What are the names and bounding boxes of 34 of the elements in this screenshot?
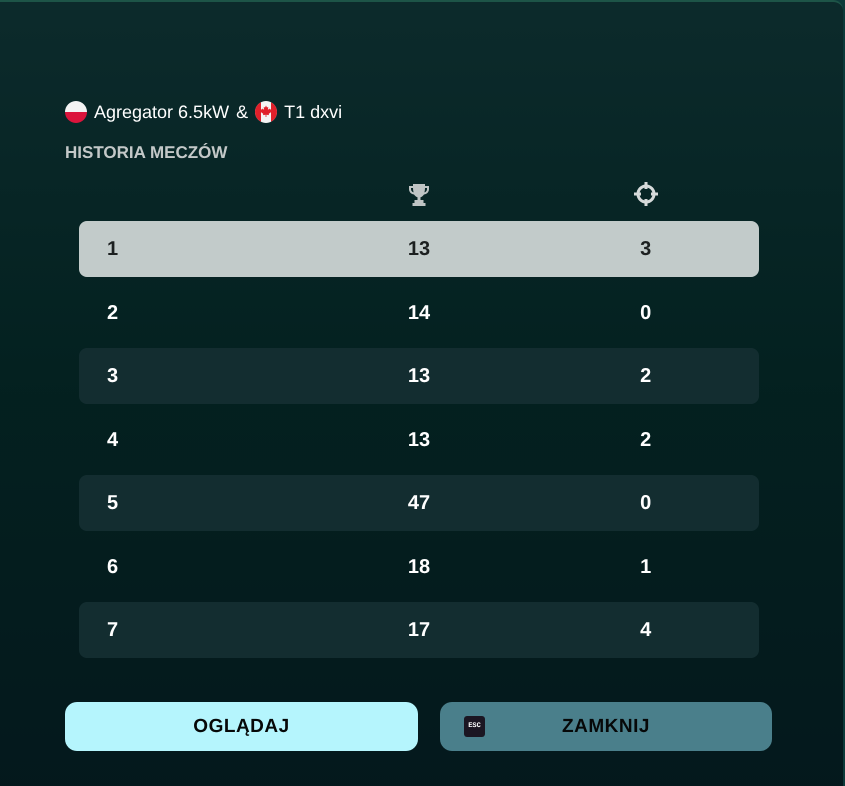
table-cell: 13: [408, 366, 430, 386]
watch-button[interactable]: OGLĄDAJ: [65, 702, 418, 751]
player-name: Agregator 6.5kW: [94, 103, 230, 121]
table-cell: 18: [408, 556, 430, 576]
table-cell: 14: [408, 302, 430, 322]
table-cell: 13: [408, 239, 430, 259]
table-cell: 5: [107, 493, 118, 513]
table-cell: 2: [640, 366, 652, 386]
table-cell: 6: [107, 556, 118, 576]
table-row[interactable]: 5 47 0: [79, 475, 759, 531]
table-cell: 7: [107, 620, 118, 640]
table-cell: 0: [640, 302, 652, 322]
table-cell: 2: [640, 430, 652, 450]
table-cell: 2: [107, 302, 118, 322]
table-cell: 47: [408, 493, 430, 513]
table-cell: 17: [408, 620, 430, 640]
player-name: T1 dxvi: [284, 103, 342, 121]
table-cell: 13: [408, 430, 430, 450]
table-row[interactable]: 3 13 2: [79, 348, 759, 404]
crosshair-icon: [632, 181, 659, 207]
table-row[interactable]: 7 17 4: [79, 602, 759, 658]
poland-flag-icon: [65, 101, 87, 123]
table-cell: 0: [640, 493, 652, 513]
table-cell: 3: [640, 239, 652, 259]
separator-text: &: [236, 103, 248, 121]
table-cell: 1: [640, 556, 652, 576]
table-row[interactable]: 1 13 3: [79, 221, 759, 277]
table-cell: 4: [107, 430, 118, 450]
canada-flag-icon: [255, 101, 278, 123]
section-title: HISTORIA MECZÓW: [65, 144, 228, 160]
table-cell: 1: [107, 239, 118, 259]
table-cell: 3: [107, 366, 118, 386]
trophy-icon: [408, 182, 430, 206]
table-cell: 4: [640, 620, 652, 640]
